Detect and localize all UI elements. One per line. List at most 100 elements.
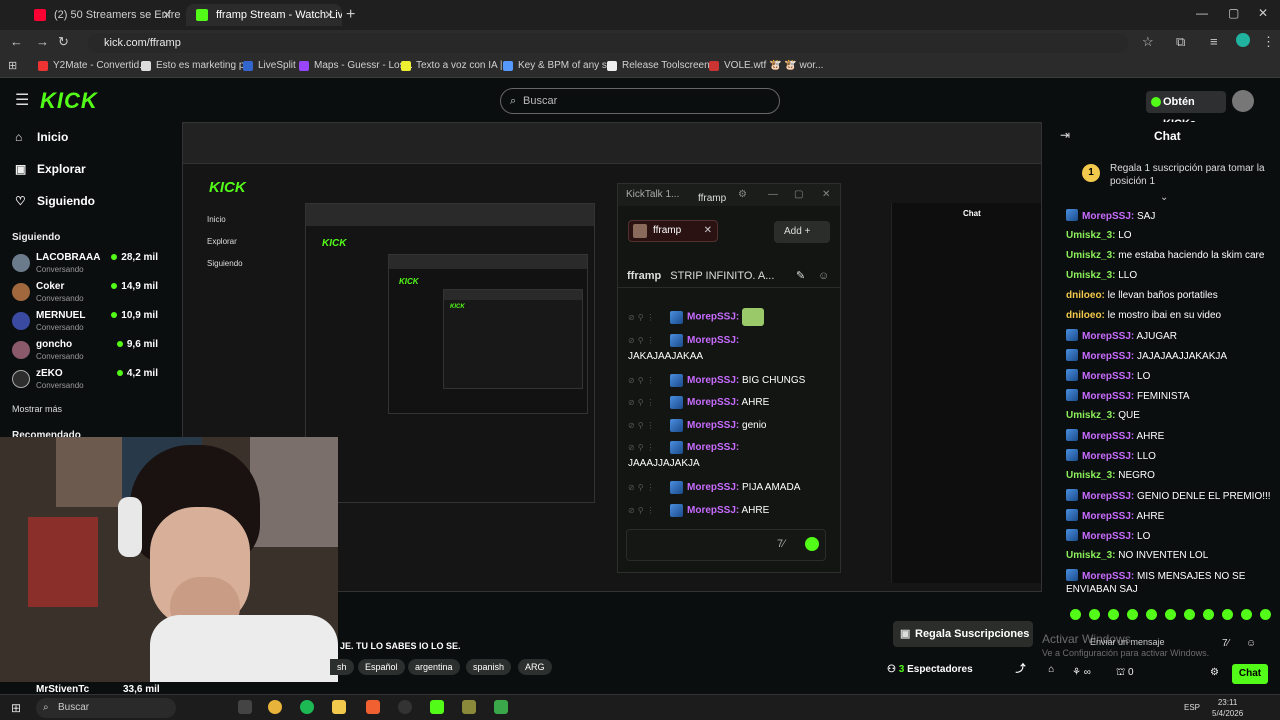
settings-icon[interactable]: ⚙ (738, 184, 747, 206)
maximize-icon[interactable]: ▢ (1228, 6, 1239, 20)
kick-logo[interactable]: KICK (40, 88, 98, 114)
system-clock[interactable]: 23:11 5/4/2026 (1212, 697, 1243, 719)
emote-icon[interactable] (1146, 609, 1157, 620)
add-channel-button[interactable]: Add + (774, 221, 830, 243)
close-tab-icon[interactable]: ✕ (162, 4, 172, 26)
username[interactable]: MorepSSJ: (1082, 431, 1134, 442)
url-field[interactable]: kick.com/fframp (88, 33, 1128, 53)
message-tools-icon[interactable]: ⊘⚲⋮ (628, 336, 670, 345)
following-item-zeko[interactable]: zEKO Conversando 4,2 mil (12, 366, 178, 394)
username[interactable]: Umiskz_3: (1066, 550, 1115, 561)
username[interactable]: MorepSSJ: (687, 505, 739, 516)
user-icon[interactable]: ☺ (818, 264, 829, 288)
username[interactable]: MorepSSJ: (1082, 491, 1134, 502)
message-tools-icon[interactable]: ⊘⚲⋮ (628, 421, 670, 430)
chrome-icon[interactable] (268, 700, 282, 714)
translate-icon[interactable]: 7⁄ (777, 538, 785, 550)
username[interactable]: MorepSSJ: (687, 335, 739, 346)
gift-icon[interactable]: ⌂ (1048, 664, 1054, 675)
username[interactable]: MorepSSJ: (687, 312, 739, 323)
forward-icon[interactable]: → (36, 34, 49, 49)
back-icon[interactable]: ← (10, 34, 23, 49)
bookmark-maps-guessr[interactable]: Maps - Guessr - Los... (299, 60, 413, 71)
message-tools-icon[interactable]: ⊘⚲⋮ (628, 313, 670, 322)
user-avatar[interactable] (1232, 90, 1254, 112)
emote-icon[interactable] (1222, 609, 1233, 620)
username[interactable]: MorepSSJ: (1082, 571, 1134, 582)
username[interactable]: dniloeo: (1066, 290, 1105, 301)
username[interactable]: MorepSSJ: (1082, 211, 1134, 222)
windows-start-icon[interactable]: ⊞ (11, 701, 21, 715)
obs-icon[interactable] (398, 700, 412, 714)
close-tab-icon[interactable]: ✕ (324, 4, 334, 26)
username[interactable]: MorepSSJ: (1082, 371, 1134, 382)
following-item-mernuel[interactable]: MERNUEL Conversando 10,9 mil (12, 308, 178, 336)
new-tab-button[interactable]: + (346, 6, 355, 24)
media-icon[interactable]: ≡ (1210, 34, 1218, 49)
taskbar-search[interactable]: ⌕ Buscar (36, 698, 176, 718)
search-input[interactable]: ⌕ Buscar (500, 88, 780, 114)
app-icon[interactable] (462, 700, 476, 714)
message-tools-icon[interactable]: ⊘⚲⋮ (628, 443, 670, 452)
file-explorer-icon[interactable] (332, 700, 346, 714)
emoji-icon[interactable] (805, 537, 819, 551)
brave-icon[interactable] (366, 700, 380, 714)
bookmark-toolscreen[interactable]: Release Toolscreen... (607, 60, 718, 71)
pencil-icon[interactable]: ✎ (796, 264, 805, 288)
reload-icon[interactable]: ↻ (58, 34, 69, 50)
extensions-icon[interactable]: ⧉ (1176, 34, 1185, 50)
username[interactable]: Umiskz_3: (1066, 230, 1115, 241)
apps-grid-icon[interactable]: ⊞ (8, 59, 17, 72)
nav-explore[interactable]: ▣ Explorar (15, 162, 86, 176)
minimize-icon[interactable]: — (1196, 6, 1208, 20)
username[interactable]: MorepSSJ: (1082, 531, 1134, 542)
message-tools-icon[interactable]: ⊘⚲⋮ (628, 483, 670, 492)
kicks-count[interactable]: ⛫ 0 (1116, 667, 1134, 680)
translate-icon[interactable]: 7⁄ (1222, 638, 1229, 649)
following-item-goncho[interactable]: goncho Conversando 9,6 mil (12, 337, 178, 365)
message-tools-icon[interactable]: ⊘⚲⋮ (628, 398, 670, 407)
channel-chip[interactable]: fframp ✕ (628, 220, 718, 242)
hamburger-menu-icon[interactable]: ☰ (15, 90, 29, 110)
emote-icon[interactable] (1241, 609, 1252, 620)
nav-following[interactable]: ♡ Siguiendo (15, 194, 95, 208)
menu-dots-icon[interactable]: ⋮ (1262, 34, 1275, 50)
close-icon[interactable]: ✕ (822, 184, 830, 206)
minimize-icon[interactable]: — (768, 184, 778, 206)
kicktalk-message-input[interactable]: 7⁄ (626, 529, 826, 561)
browser-tab-kick[interactable]: fframp Stream - Watch Live on ✕ (186, 4, 342, 26)
kicktalk-window-tab[interactable]: fframp (698, 188, 726, 210)
bookmark-livesplit[interactable]: LiveSplit (243, 60, 296, 71)
close-chip-icon[interactable]: ✕ (704, 221, 712, 241)
bookmark-key-bpm[interactable]: Key & BPM of any s... (503, 60, 615, 71)
bookmark-marketing[interactable]: Esto es marketing p... (141, 60, 253, 71)
collapse-chat-icon[interactable]: ⇥ (1060, 128, 1070, 142)
bookmark-texto-voz[interactable]: Texto a voz con IA |... (401, 60, 511, 71)
maximize-icon[interactable]: ▢ (794, 184, 803, 206)
chat-input[interactable]: Enviar un mensaje (1090, 637, 1165, 647)
browser-tab-youtube[interactable]: (2) 50 Streamers se Enfrentan p ✕ (24, 4, 180, 26)
username[interactable]: MorepSSJ: (1082, 331, 1134, 342)
following-item-coker[interactable]: Coker Conversando 14,9 mil (12, 279, 178, 307)
tag[interactable]: spanish (466, 659, 512, 675)
bookmark-y2mate[interactable]: Y2Mate - Convertid... (38, 60, 147, 71)
username[interactable]: MorepSSJ: (1082, 351, 1134, 362)
username[interactable]: Umiskz_3: (1066, 250, 1115, 261)
emote-icon[interactable] (1089, 609, 1100, 620)
emote-icon[interactable] (1165, 609, 1176, 620)
username[interactable]: dniloeo: (1066, 310, 1105, 321)
task-view-icon[interactable] (238, 700, 252, 714)
username[interactable]: MorepSSJ: (687, 482, 739, 493)
emote-icon[interactable] (1184, 609, 1195, 620)
settings-icon[interactable]: ⚙ (1210, 667, 1219, 678)
emoji-icon[interactable]: ☺ (1246, 638, 1256, 649)
tag[interactable]: Español (358, 659, 405, 675)
tag[interactable]: ARG (518, 659, 552, 675)
username[interactable]: Umiskz_3: (1066, 410, 1115, 421)
emote-icon[interactable] (1108, 609, 1119, 620)
username[interactable]: MorepSSJ: (687, 375, 739, 386)
chat-send-button[interactable]: Chat (1232, 664, 1268, 684)
username[interactable]: MorepSSJ: (1082, 511, 1134, 522)
pinned-gift-banner[interactable]: 1 Regala 1 suscripción para tomar la pos… (1082, 162, 1272, 192)
username[interactable]: MorepSSJ: (687, 397, 739, 408)
